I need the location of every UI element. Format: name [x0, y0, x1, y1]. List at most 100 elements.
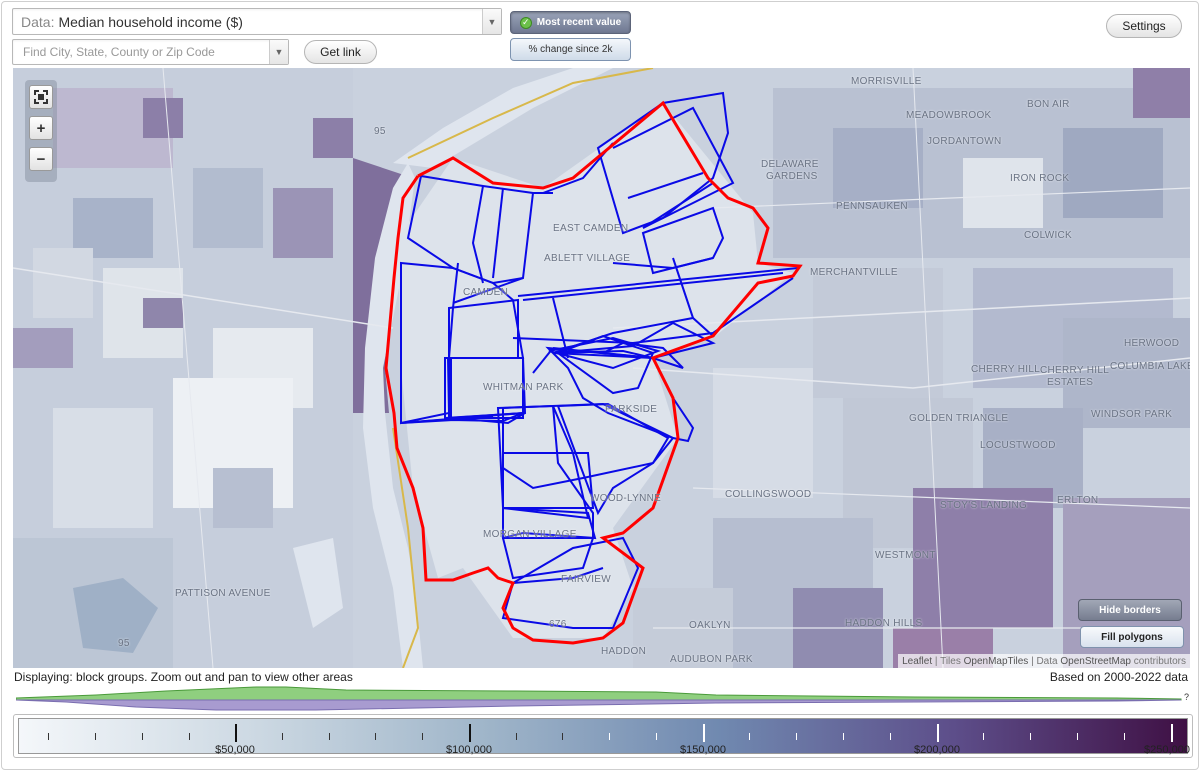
place-label: WHITMAN PARK: [483, 382, 564, 393]
place-label: AUDUBON PARK: [670, 654, 753, 665]
most-recent-label: Most recent value: [536, 17, 622, 28]
place-label: DELAWARE: [761, 159, 819, 170]
place-label: MEADOWBROOK: [906, 110, 992, 121]
legend-tick: [95, 733, 96, 740]
legend-tick-major: [235, 724, 237, 742]
legend-label: $250,000: [1144, 744, 1190, 756]
place-label: STOY'S LANDING: [940, 500, 1028, 511]
place-label: PARKSIDE: [605, 404, 658, 415]
place-label: CHERRY HILL: [1040, 365, 1110, 376]
place-label: LOCUSTWOOD: [980, 440, 1056, 451]
most-recent-value-button[interactable]: ✓ Most recent value: [510, 11, 631, 34]
legend-tick: [516, 733, 517, 740]
fill-polygons-button[interactable]: Fill polygons: [1080, 626, 1184, 648]
fullscreen-icon[interactable]: [29, 85, 53, 109]
location-search[interactable]: ▼: [12, 39, 289, 65]
place-label: FAIRVIEW: [561, 574, 612, 585]
legend-tick: [562, 733, 563, 740]
chevron-down-icon[interactable]: ▼: [269, 40, 288, 64]
place-label: WOOD-LYNNE: [590, 493, 662, 504]
place-label: 676: [549, 619, 567, 630]
legend-tick: [609, 733, 610, 740]
legend-tick: [1124, 733, 1125, 740]
legend-label: $150,000: [680, 744, 726, 756]
place-label: JORDANTOWN: [927, 136, 1002, 147]
place-label: HADDON HILLS: [845, 618, 923, 629]
place-label: 95: [374, 126, 386, 137]
distribution-histogram: ?: [16, 686, 1189, 711]
place-label: WESTMONT: [875, 550, 936, 561]
legend-tick-major: [937, 724, 939, 742]
place-label: OAKLYN: [689, 620, 731, 631]
place-label: MORGAN VILLAGE: [483, 529, 577, 540]
place-label: WINDSOR PARK: [1091, 409, 1173, 420]
place-label: HERWOOD: [1124, 338, 1180, 349]
legend-tick: [142, 733, 143, 740]
legend-tick-major: [703, 724, 705, 742]
check-icon: ✓: [519, 16, 532, 29]
attribution-data-prefix: | Data: [1031, 655, 1058, 667]
place-label: BON AIR: [1027, 99, 1070, 110]
zoom-in-button[interactable]: +: [29, 116, 53, 140]
map-attribution: Leaflet | Tiles OpenMapTiles | Data Open…: [898, 654, 1190, 668]
place-label: GOLDEN TRIANGLE: [909, 413, 1009, 424]
legend-tick: [1030, 733, 1031, 740]
attribution-suffix: contributors: [1133, 655, 1186, 667]
legend-tick: [189, 733, 190, 740]
hide-borders-button[interactable]: Hide borders: [1078, 599, 1182, 621]
legend-tick: [749, 733, 750, 740]
legend-label: $50,000: [215, 744, 255, 756]
data-select-prefix: Data:: [21, 13, 55, 30]
legend-tick: [1077, 733, 1078, 740]
legend-tick: [375, 733, 376, 740]
legend-tick: [422, 733, 423, 740]
search-input[interactable]: [21, 40, 271, 64]
histogram-unknown-marker: ?: [1184, 692, 1189, 702]
place-label: ESTATES: [1047, 377, 1094, 388]
place-label: ABLETT VILLAGE: [544, 253, 631, 264]
legend-tick-major: [469, 724, 471, 742]
place-label: ERLTON: [1057, 495, 1099, 506]
percent-change-button[interactable]: % change since 2k: [510, 38, 631, 61]
place-label: PATTISON AVENUE: [175, 588, 271, 599]
map[interactable]: MORRISVILLE BON AIR MEADOWBROOK JORDANTO…: [13, 68, 1190, 668]
data-select-value: Median household income ($): [58, 13, 243, 30]
place-label: EAST CAMDEN: [553, 223, 629, 234]
openmaptiles-link[interactable]: OpenMapTiles: [964, 656, 1029, 667]
legend-tick: [796, 733, 797, 740]
histogram-national: [16, 699, 1182, 711]
place-label: PENNSAUKEN: [836, 201, 908, 212]
zoom-control: + −: [25, 80, 57, 182]
place-label: MORRISVILLE: [851, 76, 922, 87]
legend-tick: [890, 733, 891, 740]
legend-gradient: $50,000 $100,000 $150,000 $200,000 $250,…: [18, 718, 1190, 756]
attribution-tiles-prefix: | Tiles: [934, 655, 961, 667]
settings-button[interactable]: Settings: [1106, 14, 1182, 38]
place-label: CAMDEN: [463, 287, 509, 298]
legend-label: $200,000: [914, 744, 960, 756]
legend-tick: [282, 733, 283, 740]
legend-tick: [48, 733, 49, 740]
leaflet-link[interactable]: Leaflet: [902, 656, 932, 667]
get-link-button[interactable]: Get link: [304, 40, 377, 64]
place-label: IRON ROCK: [1010, 173, 1070, 184]
legend-tick: [983, 733, 984, 740]
place-label: 95: [118, 638, 130, 649]
chevron-down-icon[interactable]: ▼: [482, 9, 501, 34]
legend-tick-major: [1171, 724, 1173, 742]
legend-tick: [843, 733, 844, 740]
app-window: Data: Median household income ($) ▼ ▼ Ge…: [1, 1, 1199, 770]
place-label: MERCHANTVILLE: [810, 267, 898, 278]
legend-tick: [329, 733, 330, 740]
color-legend: $50,000 $100,000 $150,000 $200,000 $250,…: [13, 714, 1193, 758]
place-label: GARDENS: [766, 171, 818, 182]
histogram-local-area: [16, 686, 1182, 701]
place-label: HADDON: [601, 646, 647, 657]
place-label: COLWICK: [1024, 230, 1073, 241]
place-label: COLUMBIA LAKE: [1110, 361, 1190, 372]
zoom-out-button[interactable]: −: [29, 147, 53, 171]
data-variable-select[interactable]: Data: Median household income ($) ▼: [12, 8, 502, 35]
openstreetmap-link[interactable]: OpenStreetMap: [1060, 656, 1131, 667]
legend-tick: [656, 733, 657, 740]
place-label: COLLINGSWOOD: [725, 489, 812, 500]
